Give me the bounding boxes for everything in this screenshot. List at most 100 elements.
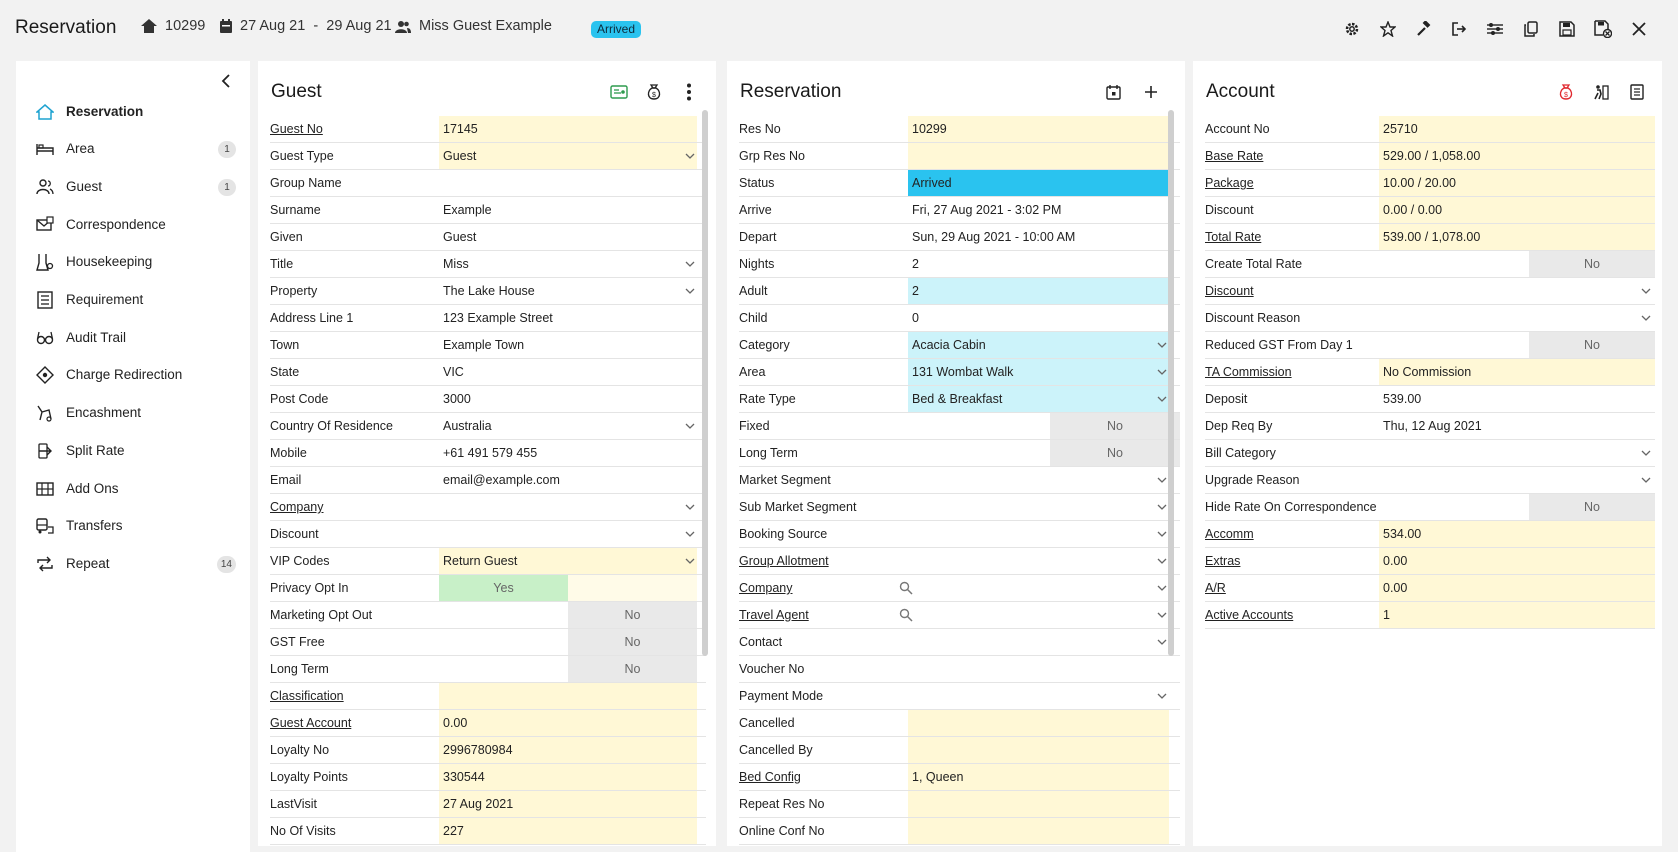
sidebar-item-charge-redirection[interactable]: Charge Redirection — [16, 360, 250, 390]
chevron-down-icon[interactable] — [1157, 610, 1167, 620]
chevron-down-icon[interactable] — [1157, 367, 1167, 377]
copy-button[interactable] — [1520, 18, 1542, 40]
sidebar-item-add-ons[interactable]: Add Ons — [16, 474, 250, 504]
field-value[interactable]: email@example.com — [439, 467, 697, 493]
field-value[interactable]: Example — [439, 197, 697, 223]
field-select[interactable] — [908, 494, 1169, 520]
toggle-no[interactable]: No — [568, 602, 697, 628]
field-value[interactable]: 27 Aug 2021 — [439, 791, 697, 817]
sidebar-item-reservation[interactable]: Reservation — [16, 97, 250, 127]
field-select[interactable]: Australia — [439, 413, 697, 439]
field-value[interactable]: 10.00 / 20.00 — [1379, 170, 1655, 196]
field-label[interactable]: Package — [1205, 170, 1254, 196]
field-value[interactable]: 2996780984 — [439, 737, 697, 763]
field-value[interactable]: 2 — [908, 251, 1169, 277]
more-options-button[interactable] — [678, 81, 700, 103]
chevron-down-icon[interactable] — [1157, 340, 1167, 350]
account-money-button[interactable]: $ — [1555, 81, 1577, 103]
toggle-no[interactable]: No — [1050, 440, 1180, 466]
field-select[interactable]: Bed & Breakfast — [908, 386, 1169, 412]
toggle-no[interactable]: No — [1529, 251, 1655, 277]
chevron-down-icon[interactable] — [685, 421, 695, 431]
walk-in-button[interactable] — [1590, 81, 1612, 103]
chevron-down-icon[interactable] — [1641, 313, 1651, 323]
field-value[interactable]: 17145 — [439, 116, 697, 142]
chevron-down-icon[interactable] — [1641, 286, 1651, 296]
field-value[interactable]: 1 — [1379, 602, 1655, 628]
add-button[interactable] — [1140, 81, 1162, 103]
toggle-no[interactable]: No — [568, 629, 697, 655]
field-value[interactable]: 0.00 — [1379, 575, 1655, 601]
field-value[interactable] — [908, 710, 1169, 736]
field-label[interactable]: A/R — [1205, 575, 1226, 601]
field-select[interactable] — [1379, 440, 1655, 466]
field-value[interactable]: VIC — [439, 359, 697, 385]
field-select[interactable] — [439, 494, 697, 520]
favourite-button[interactable] — [1377, 18, 1399, 40]
chevron-down-icon[interactable] — [1157, 394, 1167, 404]
field-value[interactable]: No Commission — [1379, 359, 1655, 385]
tools-button[interactable] — [1413, 18, 1435, 40]
search-icon[interactable] — [899, 608, 913, 622]
save-button[interactable] — [1556, 18, 1578, 40]
billing-button[interactable] — [1626, 81, 1648, 103]
id-card-button[interactable] — [608, 81, 630, 103]
field-value[interactable]: 539.00 / 1,078.00 — [1379, 224, 1655, 250]
field-value[interactable]: 0.00 / 0.00 — [1379, 197, 1655, 223]
field-label[interactable]: Bed Config — [739, 764, 801, 790]
field-value[interactable]: 227 — [439, 818, 697, 844]
field-select[interactable]: Miss — [439, 251, 697, 277]
field-value[interactable]: 123 Example Street — [439, 305, 697, 331]
field-select[interactable]: Acacia Cabin — [908, 332, 1169, 358]
field-select[interactable] — [1379, 278, 1655, 304]
field-label[interactable]: Travel Agent — [739, 602, 809, 628]
toggle-no[interactable]: No — [1529, 332, 1655, 358]
sidebar-item-area[interactable]: Area 1 — [16, 134, 250, 164]
settings-button[interactable] — [1341, 18, 1363, 40]
field-value[interactable] — [439, 170, 697, 196]
field-value[interactable]: 529.00 / 1,058.00 — [1379, 143, 1655, 169]
sidebar-item-split-rate[interactable]: Split Rate — [16, 436, 250, 466]
field-value[interactable]: 330544 — [439, 764, 697, 790]
field-select[interactable] — [1379, 467, 1655, 493]
field-value[interactable]: Example Town — [439, 332, 697, 358]
chevron-down-icon[interactable] — [1157, 529, 1167, 539]
field-value[interactable]: Thu, 12 Aug 2021 — [1379, 413, 1655, 439]
field-label[interactable]: Accomm — [1205, 521, 1254, 547]
guest-scrollbar[interactable] — [702, 110, 708, 656]
toggle-no[interactable]: No — [1529, 494, 1655, 520]
sidebar-item-guest[interactable]: Guest 1 — [16, 172, 250, 202]
field-value[interactable] — [908, 656, 1169, 682]
field-value[interactable]: 3000 — [439, 386, 697, 412]
adjust-button[interactable] — [1484, 18, 1506, 40]
sidebar-item-encashment[interactable]: Encashment — [16, 398, 250, 428]
toggle-no[interactable]: No — [1050, 413, 1180, 439]
field-value[interactable]: Sun, 29 Aug 2021 - 10:00 AM — [908, 224, 1169, 250]
field-value[interactable]: +61 491 579 455 — [439, 440, 697, 466]
reservation-scrollbar[interactable] — [1168, 110, 1174, 656]
field-select[interactable] — [908, 683, 1169, 709]
field-label[interactable]: Company — [270, 494, 324, 520]
field-select[interactable] — [439, 521, 697, 547]
chevron-down-icon[interactable] — [1157, 475, 1167, 485]
sidebar-item-housekeeping[interactable]: Housekeeping — [16, 247, 250, 277]
field-select[interactable] — [1379, 305, 1655, 331]
chevron-down-icon[interactable] — [685, 556, 695, 566]
field-value[interactable]: 0.00 — [439, 710, 697, 736]
close-button[interactable] — [1628, 18, 1650, 40]
chevron-down-icon[interactable] — [1641, 475, 1651, 485]
field-select[interactable] — [908, 575, 1169, 601]
field-value[interactable]: Fri, 27 Aug 2021 - 3:02 PM — [908, 197, 1169, 223]
field-value[interactable]: Guest — [439, 224, 697, 250]
field-value[interactable]: 539.00 — [1379, 386, 1655, 412]
field-label[interactable]: Company — [739, 575, 793, 601]
collapse-sidebar-button[interactable] — [218, 73, 234, 89]
toggle-no-off[interactable] — [568, 575, 697, 601]
field-label[interactable]: Group Allotment — [739, 548, 829, 574]
field-select[interactable]: 131 Wombat Walk — [908, 359, 1169, 385]
chevron-down-icon[interactable] — [1157, 556, 1167, 566]
field-label[interactable]: Base Rate — [1205, 143, 1263, 169]
chevron-down-icon[interactable] — [1157, 583, 1167, 593]
field-select[interactable]: The Lake House — [439, 278, 697, 304]
chevron-down-icon[interactable] — [685, 286, 695, 296]
